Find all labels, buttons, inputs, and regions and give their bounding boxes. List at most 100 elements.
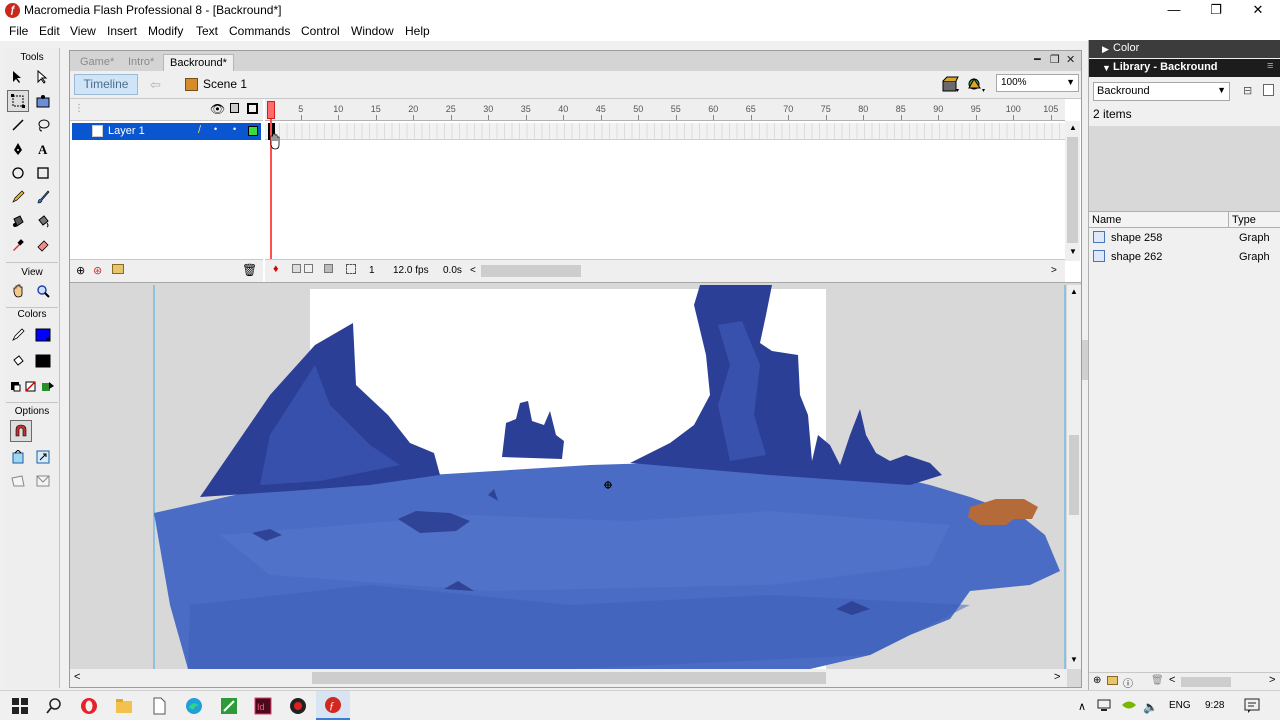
scroll-right-icon[interactable]: > [1054, 671, 1060, 683]
scroll-left-icon[interactable]: < [74, 671, 80, 683]
stroke-color-swatch[interactable] [32, 324, 54, 346]
rectangle-tool-icon[interactable] [32, 162, 54, 184]
menu-view[interactable]: View [70, 24, 96, 38]
pencil-tool-icon[interactable] [7, 186, 29, 208]
scroll-right-icon[interactable]: > [1269, 674, 1275, 686]
language-indicator[interactable]: ENG [1169, 700, 1191, 711]
ink-bottle-tool-icon[interactable] [7, 210, 29, 232]
snap-magnet-icon[interactable] [10, 420, 32, 442]
lasso-tool-icon[interactable] [32, 114, 54, 136]
panel-menu-icon[interactable]: ≡ [1267, 60, 1273, 72]
grip-icon[interactable]: ⋮ [74, 103, 84, 114]
library-item[interactable]: shape 258 Graph [1089, 229, 1280, 247]
library-select[interactable]: Backround ▼ [1093, 82, 1230, 101]
doc-close-button[interactable]: ✕ [1066, 53, 1075, 66]
document-app-icon[interactable] [150, 697, 168, 715]
properties-icon[interactable]: ⓘ [1123, 675, 1133, 690]
motion-guide-icon[interactable]: ⊛ [93, 264, 102, 277]
frame-row[interactable] [265, 123, 1065, 140]
lock-dot-icon[interactable]: • [233, 124, 236, 134]
menu-edit[interactable]: Edit [39, 24, 60, 38]
file-explorer-icon[interactable] [115, 697, 133, 715]
indesign-icon[interactable]: Id [254, 697, 272, 715]
stage-vscroll-thumb[interactable] [1069, 435, 1079, 515]
delete-layer-icon[interactable]: 🗑 [242, 263, 257, 277]
back-arrow-icon[interactable]: ⇦ [150, 77, 161, 93]
onion-skin-icon[interactable] [292, 264, 301, 273]
free-transform-tool-icon[interactable] [7, 90, 29, 112]
column-name[interactable]: Name [1092, 214, 1121, 226]
edit-multiple-frames-icon[interactable] [324, 264, 333, 273]
stage-vscroll[interactable]: ▲ ▼ [1067, 285, 1081, 669]
scroll-left-icon[interactable]: < [1169, 674, 1175, 686]
hand-tool-icon[interactable] [7, 280, 29, 302]
scroll-right-icon[interactable]: > [1051, 265, 1057, 276]
modify-markers-icon[interactable] [346, 264, 356, 274]
stage-hscroll[interactable]: < > [70, 669, 1067, 687]
search-icon[interactable] [45, 697, 63, 715]
oval-tool-icon[interactable] [7, 162, 29, 184]
menu-control[interactable]: Control [301, 24, 340, 38]
new-library-panel-icon[interactable] [1263, 84, 1274, 96]
zoom-select[interactable]: 100% ▼ [996, 74, 1079, 92]
line-tool-icon[interactable] [7, 114, 29, 136]
volume-icon[interactable]: 🔈 [1143, 700, 1158, 714]
library-panel-header[interactable]: ▼ Library - Backround ≡ [1089, 59, 1280, 77]
zoom-tool-icon[interactable] [32, 280, 54, 302]
lock-icon[interactable] [230, 103, 239, 113]
menu-text[interactable]: Text [196, 24, 218, 38]
subselection-tool-icon[interactable] [32, 66, 54, 88]
frame-rate[interactable]: 12.0 fps [393, 265, 429, 276]
menu-file[interactable]: File [9, 24, 28, 38]
opera-browser-icon[interactable] [80, 697, 98, 715]
pen-tool-icon[interactable] [7, 138, 29, 160]
center-frame-icon[interactable]: ♦ [273, 263, 279, 275]
color-panel-header[interactable]: ▶ Color [1089, 40, 1280, 58]
outline-icon[interactable] [247, 103, 258, 114]
edit-symbols-icon[interactable] [968, 76, 986, 93]
minimize-button[interactable]: — [1152, 0, 1196, 21]
paint-bucket-tool-icon[interactable] [32, 210, 54, 232]
layer-outline-color-icon[interactable] [248, 126, 258, 136]
text-tool-icon[interactable]: A [32, 138, 54, 160]
new-folder-icon[interactable] [1107, 676, 1118, 685]
stage-canvas[interactable] [70, 285, 1067, 669]
flash-taskbar-button[interactable]: ƒ [316, 691, 350, 720]
close-button[interactable]: ✕ [1236, 0, 1280, 21]
stage-area[interactable] [70, 285, 1067, 669]
doc-restore-button[interactable]: ❐ [1050, 53, 1060, 66]
restore-button[interactable]: ❐ [1194, 0, 1238, 21]
windows-start-icon[interactable] [11, 697, 29, 715]
record-app-icon[interactable] [289, 697, 307, 715]
scroll-up-icon[interactable]: ▲ [1070, 287, 1078, 296]
new-symbol-icon[interactable]: ⊕ [1093, 675, 1101, 686]
column-type[interactable]: Type [1232, 214, 1256, 226]
timeline-vscroll-thumb[interactable] [1067, 137, 1078, 243]
nvidia-icon[interactable] [1121, 697, 1137, 713]
frame-ruler[interactable]: 5 10 15 20 25 30 35 40 45 50 55 60 65 70 75 80 85 90 95 100… [265, 99, 1065, 121]
tab-game[interactable]: Game* [74, 54, 120, 71]
doc-minimize-button[interactable]: ━ [1034, 53, 1041, 66]
eye-icon[interactable]: 👁 [210, 102, 225, 116]
notifications-icon[interactable] [1244, 697, 1260, 713]
timeline-vscroll[interactable]: ▲ ▼ [1065, 121, 1080, 261]
library-hscroll-thumb[interactable] [1181, 677, 1231, 687]
stage-hscroll-thumb[interactable] [312, 672, 826, 684]
insert-folder-icon[interactable] [112, 264, 124, 274]
menu-insert[interactable]: Insert [107, 24, 137, 38]
eraser-tool-icon[interactable] [32, 234, 54, 256]
layer-name[interactable]: Layer 1 [108, 125, 145, 137]
menu-window[interactable]: Window [351, 24, 394, 38]
scene-label[interactable]: Scene 1 [203, 77, 247, 91]
envelope-option-icon[interactable] [32, 470, 54, 492]
scroll-down-icon[interactable]: ▼ [1069, 247, 1077, 256]
smooth-option-icon[interactable] [7, 446, 29, 468]
timeline-scroll-thumb[interactable] [481, 265, 581, 277]
tab-intro[interactable]: Intro* [122, 54, 160, 71]
scroll-up-icon[interactable]: ▲ [1069, 123, 1077, 132]
distort-option-icon[interactable] [7, 470, 29, 492]
menu-help[interactable]: Help [405, 24, 430, 38]
scale-option-icon[interactable] [32, 446, 54, 468]
menu-modify[interactable]: Modify [148, 24, 183, 38]
scroll-down-icon[interactable]: ▼ [1070, 655, 1078, 664]
